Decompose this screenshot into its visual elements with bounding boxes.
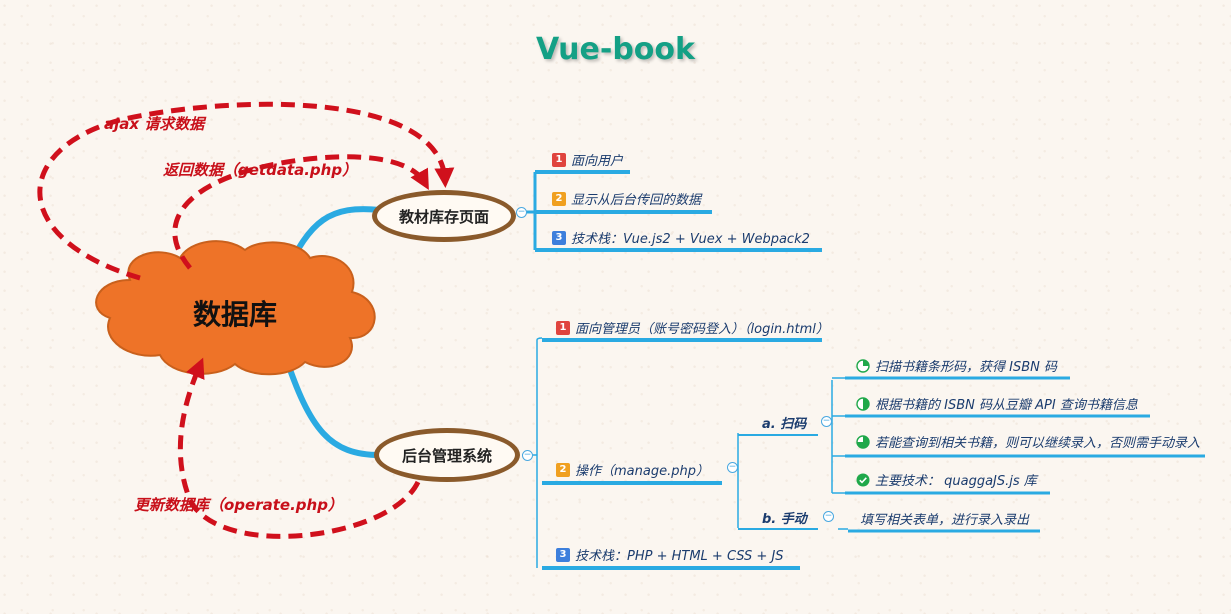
scan-step-4: 主要技术： quaggaJS.js 库 [856, 470, 1037, 489]
backend-item-1-text: 面向管理员（账号密码登入）（login.html） [575, 322, 829, 337]
backend-node[interactable]: 后台管理系统 [374, 428, 520, 482]
update-arrow-label: 更新数据库（operate.php） [134, 496, 343, 514]
page-title: Vue-book [536, 32, 695, 67]
backend-item-3-text: 技术栈：PHP + HTML + CSS + JS [575, 549, 784, 564]
priority-1-icon: 1 [556, 320, 570, 335]
priority-2-icon: 2 [556, 462, 570, 477]
manual-step-1: 填写相关表单，进行录入录出 [860, 509, 1029, 528]
priority-1-icon: 1 [552, 152, 566, 167]
ajax-arrow-label: ajax 请求数据 [104, 115, 205, 133]
frontend-collapse-icon[interactable]: − [516, 207, 527, 218]
connector-layer [37, 101, 1205, 570]
scan-step-3-text: 若能查询到相关书籍，则可以继续录入，否则需手动录入 [875, 436, 1201, 451]
priority-3-icon: 3 [556, 547, 570, 562]
backend-item-3: 3 技术栈：PHP + HTML + CSS + JS [556, 545, 784, 564]
progress-three-quarter-icon [856, 434, 870, 449]
frontend-item-2: 2 显示从后台传回的数据 [552, 189, 701, 208]
operations-collapse-icon[interactable]: − [727, 462, 738, 473]
scan-node[interactable]: a. 扫码 [762, 413, 806, 432]
scan-node-label: a. 扫码 [762, 417, 807, 432]
priority-2-icon: 2 [552, 191, 566, 206]
branch-backend-connector [282, 354, 381, 458]
scan-step-2: 根据书籍的 ISBN 码从豆瓣 API 查询书籍信息 [856, 394, 1138, 413]
frontend-item-1-text: 面向用户 [571, 154, 624, 169]
frontend-item-1: 1 面向用户 [552, 150, 623, 169]
priority-3-icon: 3 [552, 230, 566, 245]
frontend-node[interactable]: 教材库存页面 [372, 190, 516, 242]
scan-collapse-icon[interactable]: − [821, 416, 832, 427]
manual-node[interactable]: b. 手动 [762, 508, 807, 527]
progress-half-icon [856, 396, 870, 411]
frontend-item-3: 3 技术栈：Vue.js2 + Vuex + Webpack2 [552, 228, 810, 247]
scan-step-1: 扫描书籍条形码，获得 ISBN 码 [856, 356, 1057, 375]
manual-node-label: b. 手动 [762, 512, 807, 527]
scan-step-4-text: 主要技术： quaggaJS.js 库 [875, 474, 1037, 489]
check-circle-icon [856, 473, 870, 486]
return-arrow-label: 返回数据（getdata.php） [163, 161, 358, 179]
progress-quarter-icon [856, 358, 870, 373]
frontend-item-2-text: 显示从后台传回的数据 [571, 193, 702, 208]
database-label: 数据库 [193, 298, 278, 331]
frontend-item-3-text: 技术栈：Vue.js2 + Vuex + Webpack2 [571, 232, 810, 247]
scan-step-3: 若能查询到相关书籍，则可以继续录入，否则需手动录入 [856, 432, 1200, 451]
manual-collapse-icon[interactable]: − [823, 511, 834, 522]
manual-step-1-text: 填写相关表单，进行录入录出 [860, 513, 1030, 528]
backend-item-2: 2 操作（manage.php） [556, 460, 709, 479]
scan-step-1-text: 扫描书籍条形码，获得 ISBN 码 [875, 360, 1057, 375]
scan-step-2-text: 根据书籍的 ISBN 码从豆瓣 API 查询书籍信息 [875, 398, 1138, 413]
backend-collapse-icon[interactable]: − [522, 450, 533, 461]
backend-item-2-text: 操作（manage.php） [575, 464, 709, 479]
backend-item-1: 1 面向管理员（账号密码登入）（login.html） [556, 318, 829, 337]
